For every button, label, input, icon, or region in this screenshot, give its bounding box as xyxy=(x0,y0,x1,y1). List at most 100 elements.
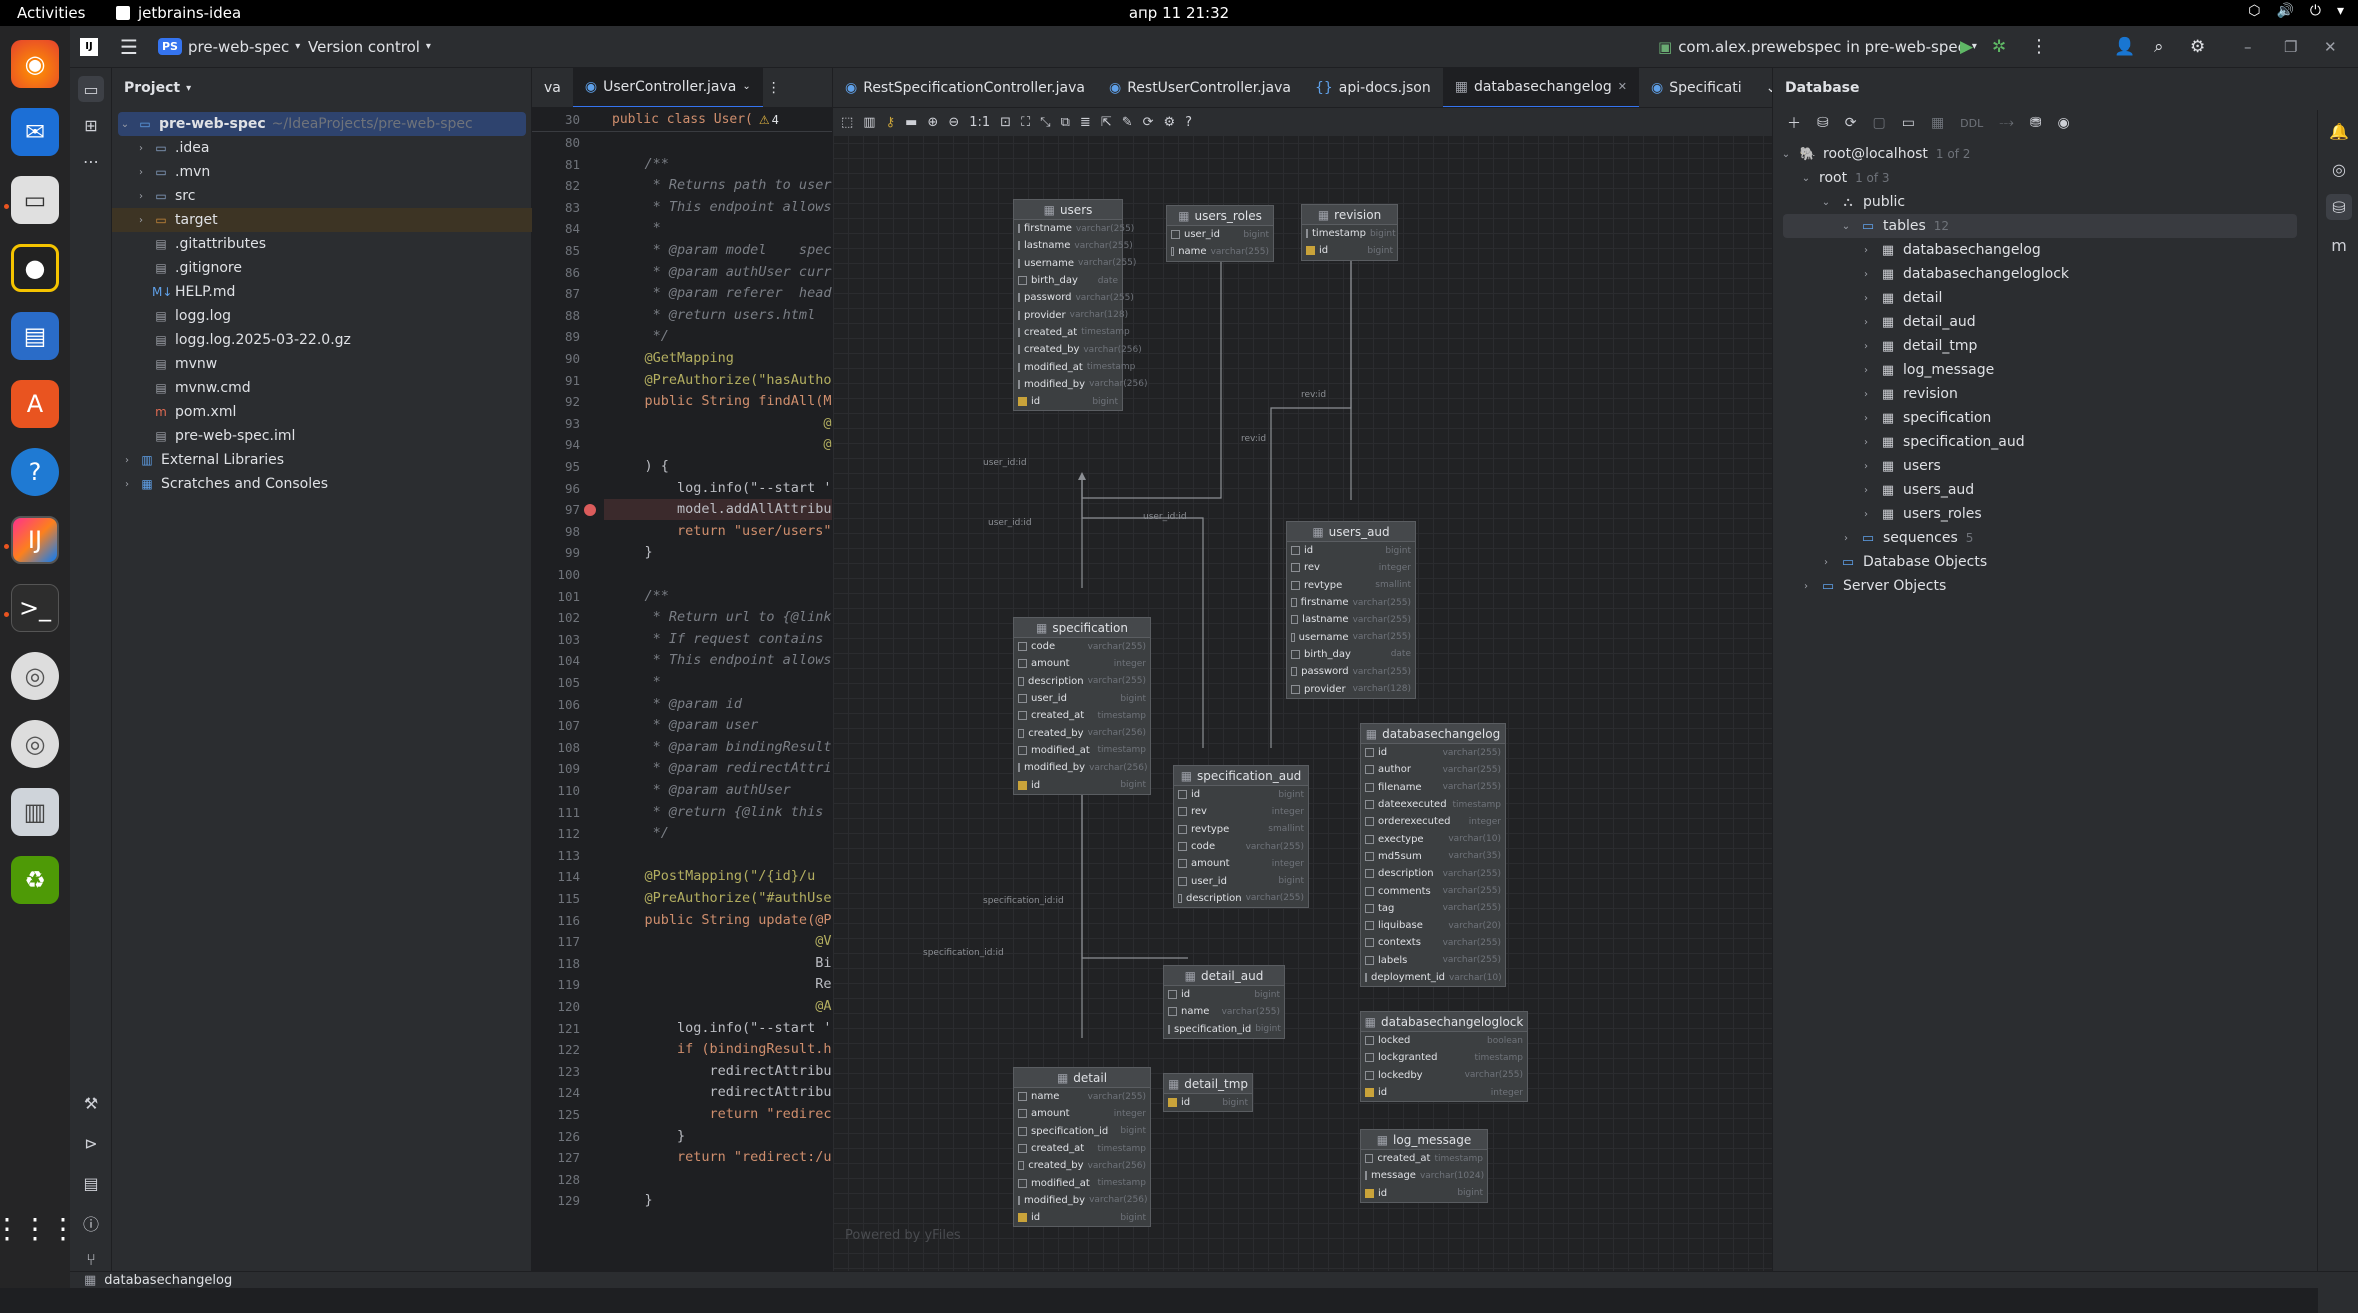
terminal-tool-icon[interactable]: ▤ xyxy=(78,1170,104,1196)
close-tab-icon[interactable]: ✕ xyxy=(1618,80,1627,93)
refresh-icon[interactable]: ⟳ xyxy=(1143,115,1154,130)
database-diagram-editor[interactable]: ◉ RestSpecificationController.java ◉ RestUs… xyxy=(832,68,1773,1271)
project-selector[interactable]: PS pre-web-spec ▾ xyxy=(158,38,300,56)
tree-item[interactable]: M↓ HELP.md xyxy=(112,280,532,304)
breakpoint-icon[interactable] xyxy=(584,504,596,517)
comment-icon[interactable]: ▬ xyxy=(905,115,917,130)
view-options-icon[interactable]: ◉ xyxy=(2058,115,2070,131)
fit-content-icon[interactable]: ⊡ xyxy=(1000,115,1011,130)
project-panel-header[interactable]: Project ▾ xyxy=(112,68,531,108)
diagram-table-detail-aud[interactable]: ▦ detail_aud id bigint name varchar(255) speci… xyxy=(1163,965,1285,1039)
diagram-table-revision[interactable]: ▦ revision timestamp bigint id bigint xyxy=(1301,204,1398,261)
layout-icon[interactable]: ⛶ xyxy=(1021,115,1030,130)
clock[interactable]: апр 11 21:32 xyxy=(1129,4,1229,22)
tree-root[interactable]: ⌄ ▭ pre-web-spec ~/IdeaProjects/pre-web-… xyxy=(118,112,526,136)
minimize-icon[interactable]: – xyxy=(2244,38,2252,56)
zoom-in-icon[interactable]: ⊕ xyxy=(927,115,938,130)
code-with-me-icon[interactable]: 👤 xyxy=(2114,37,2135,57)
tab-user-controller[interactable]: ◉ UserController.java ⌄ xyxy=(572,68,763,107)
diagram-table-specification-aud[interactable]: ▦ specification_aud id bigint rev integer revt… xyxy=(1173,765,1309,909)
activities-button[interactable]: Activities xyxy=(17,4,85,22)
db-table-item[interactable]: › ▦ databasechangelog xyxy=(1773,238,2293,262)
diagram-table-detail[interactable]: ▦ detail name varchar(255) amount integer spec… xyxy=(1013,1067,1151,1228)
network-icon[interactable]: ⬡ xyxy=(2248,3,2260,19)
notifications-icon[interactable]: 🔔 xyxy=(2326,118,2352,144)
app-menu[interactable]: jetbrains-idea xyxy=(116,4,241,22)
app-center-icon[interactable]: A xyxy=(11,380,59,428)
more-actions-icon[interactable]: ⋮ xyxy=(2030,36,2048,57)
main-menu-icon[interactable]: ☰ xyxy=(120,35,138,59)
run-icon[interactable]: ▶ xyxy=(1960,37,1973,57)
settings-gear-icon[interactable]: ⚙ xyxy=(2190,37,2205,57)
system-tray[interactable]: ⬡ 🔊 ⏻ ▾ xyxy=(2248,3,2344,19)
diagram-tab[interactable]: {} api-docs.json xyxy=(1303,68,1443,107)
disc-icon[interactable]: ◎ xyxy=(11,652,59,700)
apply-layout-icon[interactable]: ≣ xyxy=(1080,115,1091,130)
writer-icon[interactable]: ▤ xyxy=(11,312,59,360)
tree-database-objects[interactable]: › ▭ Database Objects xyxy=(1773,550,2293,574)
db-table-item[interactable]: › ▦ databasechangeloglock xyxy=(1773,262,2293,286)
tree-schema[interactable]: ⌄ ⛬ public xyxy=(1773,190,2293,214)
diagram-tab[interactable]: ◉ RestSpecificationController.java xyxy=(833,68,1097,107)
select-mode-icon[interactable]: ⬚ xyxy=(841,115,853,130)
tree-database[interactable]: ⌄ root 1 of 3 xyxy=(1773,166,2293,190)
maven-tool-icon[interactable]: m xyxy=(2326,232,2352,258)
status-breadcrumb[interactable]: databasechangelog xyxy=(104,1273,232,1288)
columns-icon[interactable]: ▥ xyxy=(863,115,875,130)
diagram-tab[interactable]: ◉ Specificati xyxy=(1639,68,1754,107)
ddl-button[interactable]: DDL xyxy=(1960,117,1983,130)
maximize-icon[interactable]: ❐ xyxy=(2284,38,2297,56)
add-icon[interactable]: ＋ xyxy=(1787,113,1801,133)
key-icon[interactable]: ⚷ xyxy=(886,115,896,130)
refresh-icon[interactable]: ⟳ xyxy=(1845,115,1857,131)
system-menu-chevron-icon[interactable]: ▾ xyxy=(2337,3,2344,19)
diagram-table-users-roles[interactable]: ▦ users_roles user_id bigint name varchar(255… xyxy=(1166,205,1274,262)
tree-item[interactable]: ▤ .gitignore xyxy=(112,256,532,280)
ai-assistant-icon[interactable]: ◎ xyxy=(2326,156,2352,182)
help-icon[interactable]: ? xyxy=(1185,115,1192,130)
actual-size-button[interactable]: 1:1 xyxy=(969,115,990,130)
db-table-item[interactable]: › ▦ users_roles xyxy=(1773,502,2293,526)
rhythmbox-icon[interactable]: ● xyxy=(11,244,59,292)
disc-icon[interactable]: ◎ xyxy=(11,720,59,768)
tab-partial[interactable]: va xyxy=(532,68,573,107)
settings-gear-icon[interactable]: ⚙ xyxy=(1164,115,1176,130)
tab-more-icon[interactable]: ⋮ xyxy=(763,68,785,107)
search-icon[interactable]: ⌕ xyxy=(2154,37,2164,57)
tree-item[interactable]: ▤ logg.log xyxy=(112,304,532,328)
firefox-icon[interactable]: ◉ xyxy=(11,40,59,88)
diagram-table-databasechangeloglock[interactable]: ▦ databasechangeloglock locked boolean lockg… xyxy=(1360,1011,1528,1103)
disconnect-icon[interactable]: ▢ xyxy=(1872,115,1885,131)
tree-item[interactable]: ▤ logg.log.2025-03-22.0.gz xyxy=(112,328,532,352)
diagram-tab[interactable]: ▦ databasechangelog ✕ xyxy=(1442,68,1639,107)
table-icon[interactable]: ▦ xyxy=(1931,115,1944,131)
tree-item[interactable]: › ▭ target xyxy=(112,208,532,232)
diagram-table-users[interactable]: ▦ users firstname varchar(255) lastname varch… xyxy=(1013,199,1147,412)
edit-icon[interactable]: ✎ xyxy=(1122,115,1133,130)
tree-tables-folder[interactable]: ⌄ ▭ tables 12 xyxy=(1783,214,2297,238)
zoom-out-icon[interactable]: ⊖ xyxy=(948,115,959,130)
diagram-tab[interactable]: ◉ RestUserController.java xyxy=(1097,68,1303,107)
db-table-item[interactable]: › ▦ revision xyxy=(1773,382,2293,406)
filter-icon[interactable]: ⛃ xyxy=(2030,115,2042,131)
vcs-selector[interactable]: Version control ▾ xyxy=(308,38,431,56)
project-tool-icon[interactable]: ▭ xyxy=(78,76,104,102)
tree-item[interactable]: ▤ pre-web-spec.iml xyxy=(112,424,532,448)
tree-sequences[interactable]: › ▭ sequences 5 xyxy=(1773,526,2293,550)
sticky-line[interactable]: 30 public class User( ⚠ 4 xyxy=(532,108,832,132)
data-source-icon[interactable]: ⛁ xyxy=(1817,115,1829,131)
volume-icon[interactable]: 🔊 xyxy=(2276,3,2293,19)
console-icon[interactable]: ▭ xyxy=(1902,115,1915,131)
tree-item[interactable]: › ▭ .idea xyxy=(112,136,532,160)
database-tool-icon[interactable]: ⛁ xyxy=(2326,194,2352,220)
export-icon[interactable]: ⇱ xyxy=(1101,115,1112,130)
diagram-table-log-message[interactable]: ▦ log_message created_at timestamp message va… xyxy=(1360,1129,1488,1203)
run-configuration-selector[interactable]: ▣ com.alex.prewebspec in pre-web-spec ▾ xyxy=(1658,38,1977,56)
terminal-icon[interactable]: >_ xyxy=(11,584,59,632)
db-table-item[interactable]: › ▦ detail xyxy=(1773,286,2293,310)
db-table-item[interactable]: › ▦ specification_aud xyxy=(1773,430,2293,454)
diagram-table-specification[interactable]: ▦ specification code varchar(255) amount inte… xyxy=(1013,617,1151,795)
route-icon[interactable]: ⤡ xyxy=(1040,115,1050,130)
show-apps-icon[interactable]: ⋮⋮⋮ xyxy=(0,1204,77,1252)
tree-item[interactable]: ▤ mvnw xyxy=(112,352,532,376)
